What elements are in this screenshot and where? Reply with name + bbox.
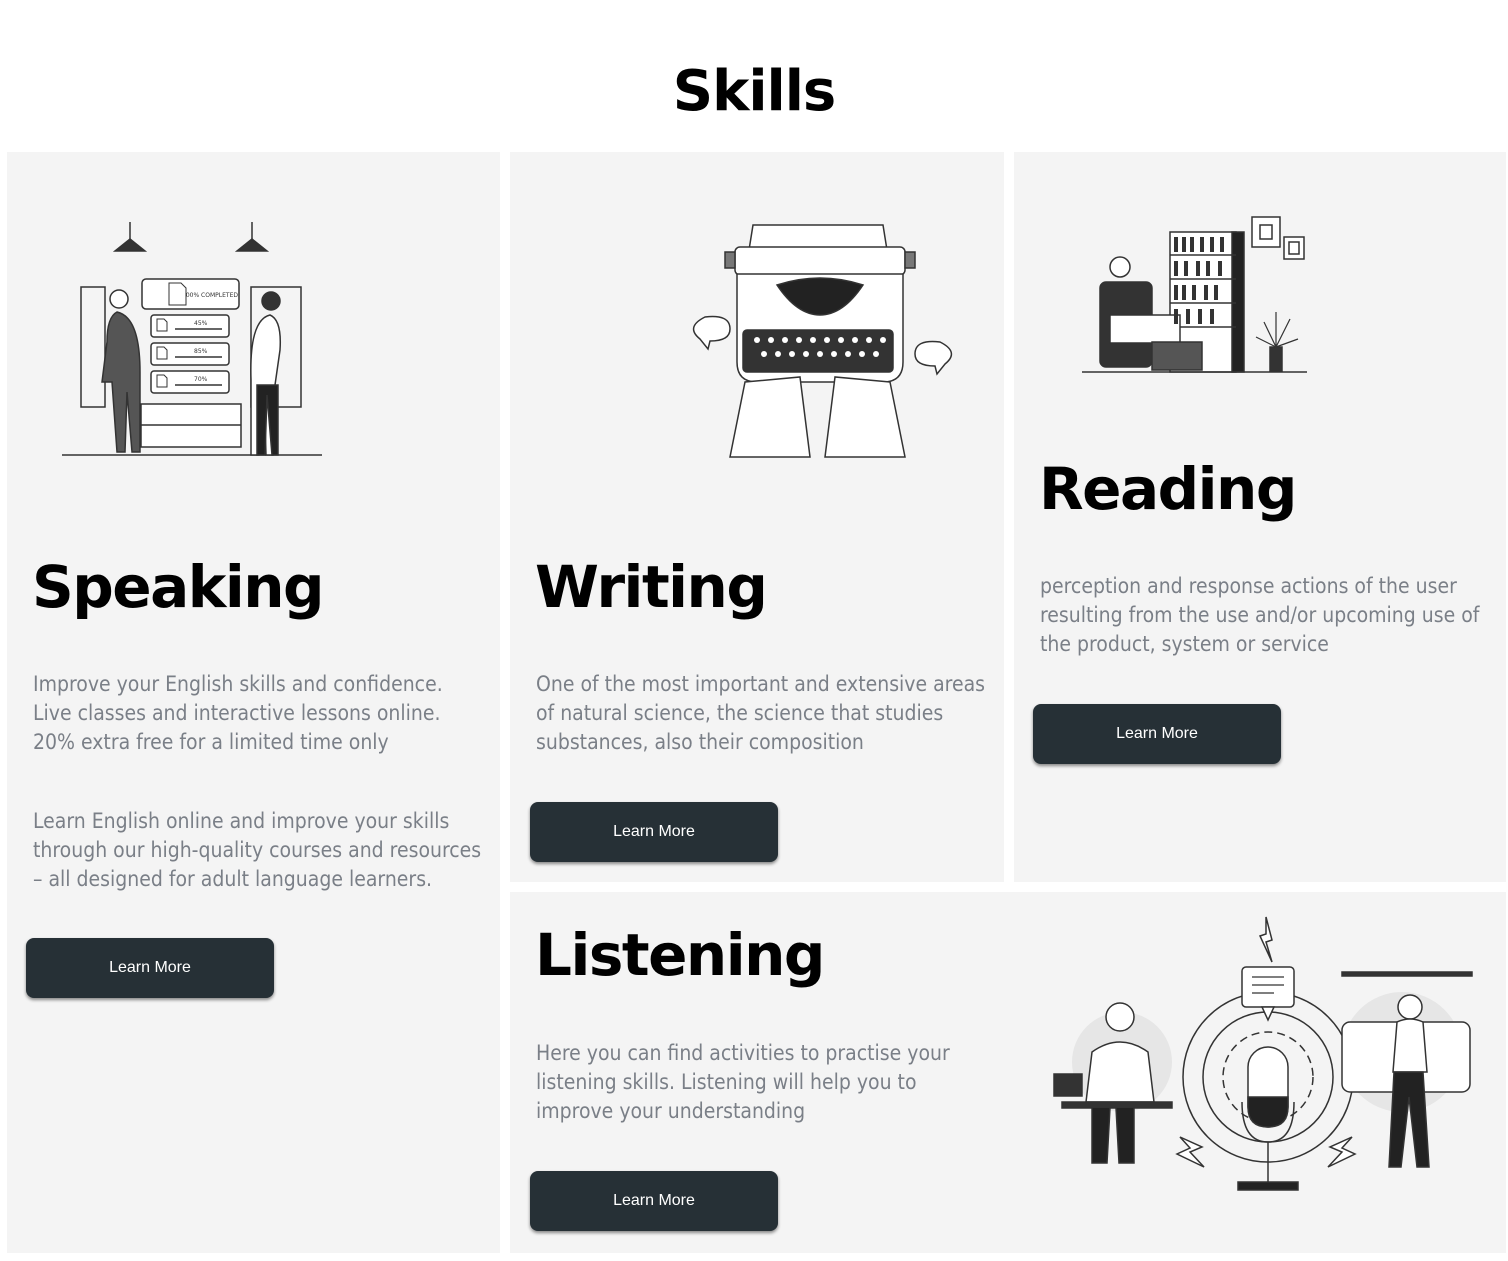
listening-paragraph: Here you can find activities to practise… (536, 1041, 950, 1123)
reading-learn-more-button[interactable]: Learn More (1033, 704, 1281, 764)
reading-card: Reading perception and response actions … (1014, 152, 1506, 882)
speaking-paragraph-1: Improve your English skills and confiden… (33, 672, 443, 754)
speaking-title: Speaking (32, 553, 325, 621)
speaking-card: 100% COMPLETED 45% 85% 70% Speaking Impr… (7, 152, 500, 1253)
progress-label-2: 85% (194, 348, 208, 355)
speaking-paragraph-2: Learn English online and improve your sk… (33, 809, 482, 891)
listening-card: Listening Here you can find activities t… (510, 892, 1506, 1253)
writing-learn-more-button[interactable]: Learn More (530, 802, 778, 862)
speaking-learn-more-button[interactable]: Learn More (26, 938, 274, 998)
speaking-illustration: 100% COMPLETED 45% 85% 70% (62, 222, 322, 456)
writing-paragraph: One of the most important and extensive … (536, 672, 986, 754)
listening-illustration (1053, 916, 1473, 1191)
listening-learn-more-button[interactable]: Learn More (530, 1171, 778, 1231)
typewriter-illustration (692, 224, 953, 458)
listening-title: Listening (535, 921, 825, 989)
writing-card: Writing One of the most important and ex… (510, 152, 1004, 882)
reading-paragraph: perception and response actions of the u… (1040, 574, 1480, 656)
page-title: Skills (672, 59, 837, 124)
progress-label-3: 70% (194, 376, 208, 383)
writing-title: Writing (535, 553, 768, 621)
completed-label: 100% COMPLETED (182, 292, 238, 299)
reading-illustration (1082, 216, 1307, 373)
progress-label-1: 45% (194, 320, 208, 327)
reading-title: Reading (1039, 455, 1297, 523)
